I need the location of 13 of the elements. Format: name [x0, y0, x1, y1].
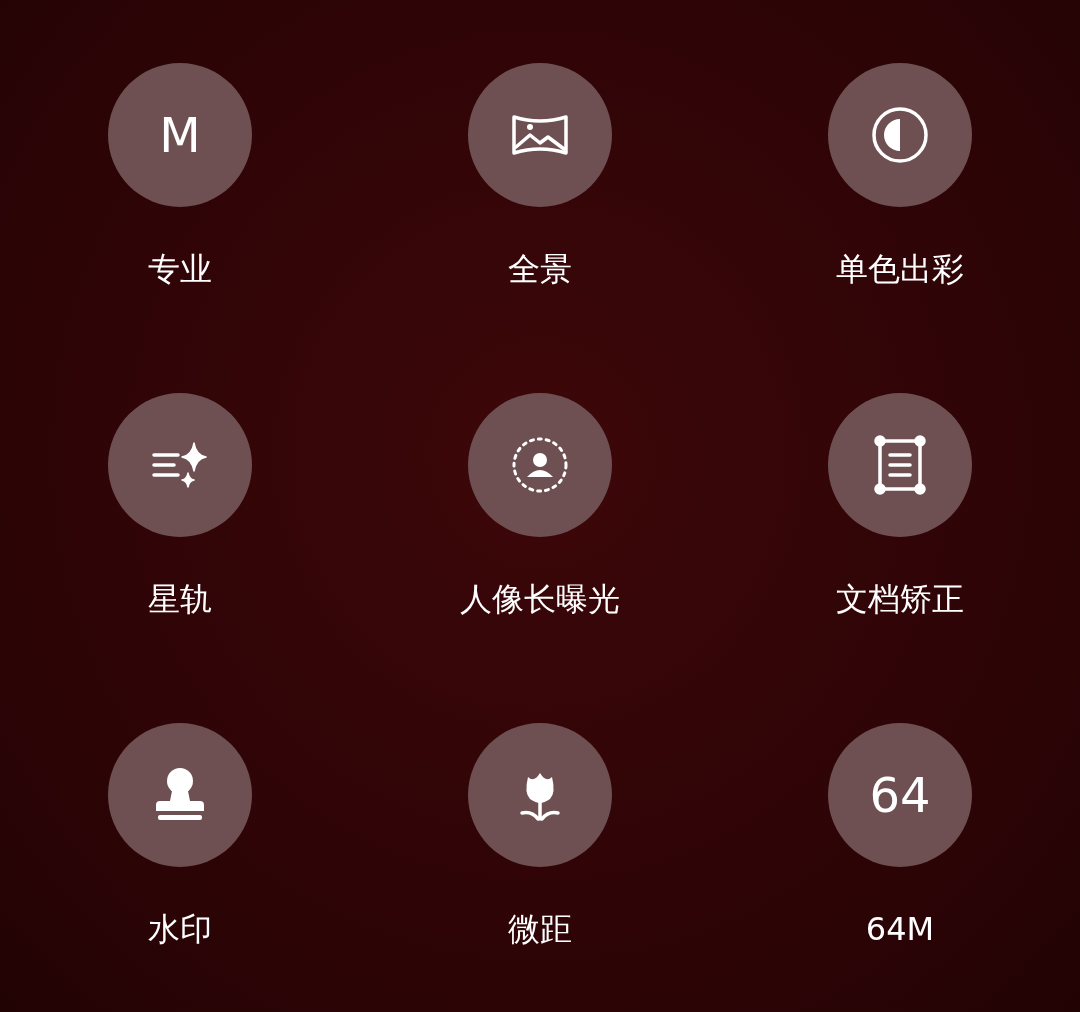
mode-label: 人像长曝光	[460, 579, 620, 619]
mode-glyph: 64	[869, 771, 931, 819]
mode-button[interactable]: 64	[828, 723, 972, 867]
mode-label: 文档矫正	[836, 579, 964, 619]
mode-label: 专业	[148, 249, 212, 289]
mode-button[interactable]: M	[108, 63, 252, 207]
mode-label: 全景	[508, 249, 572, 289]
mode-label: 64M	[865, 909, 935, 949]
mode-label: 水印	[148, 909, 212, 949]
mode-glyph: M	[159, 111, 201, 159]
mode-label: 微距	[508, 909, 572, 949]
mode-label: 星轨	[148, 579, 212, 619]
mode-label: 单色出彩	[836, 249, 964, 289]
